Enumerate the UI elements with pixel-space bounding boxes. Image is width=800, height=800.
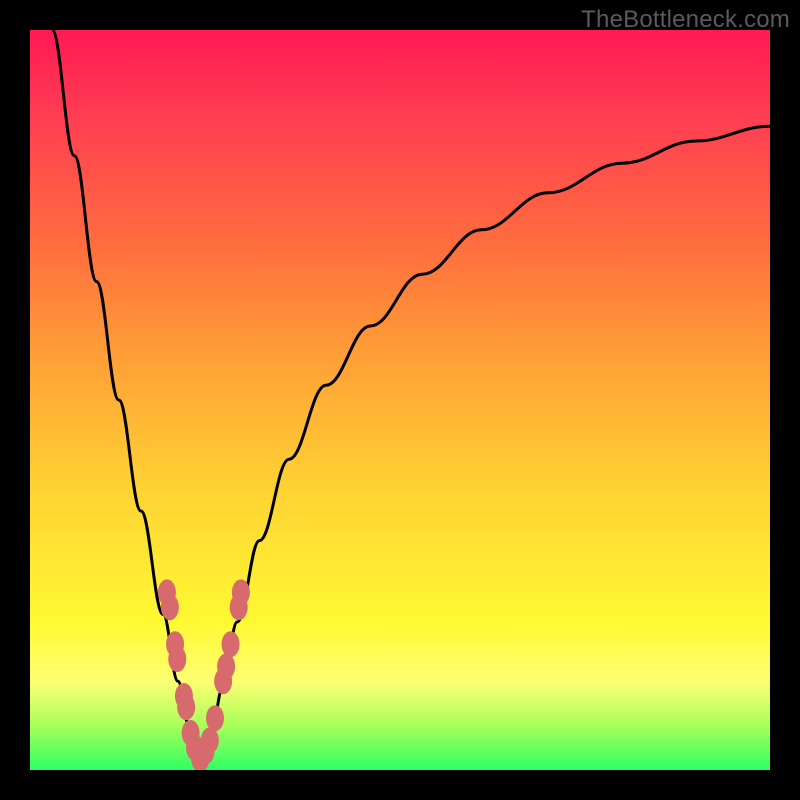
curve-marker [232,579,250,605]
curve-marker [161,594,179,620]
chart-plot-area [30,30,770,770]
curve-marker [177,694,195,720]
curve-marker [168,646,186,672]
curve-line [52,30,770,763]
watermark-text: TheBottleneck.com [581,6,790,34]
curve-marker [201,727,219,753]
curve-marker [206,705,224,731]
bottleneck-chart [30,30,770,770]
curve-marker [217,653,235,679]
curve-marker [222,631,240,657]
